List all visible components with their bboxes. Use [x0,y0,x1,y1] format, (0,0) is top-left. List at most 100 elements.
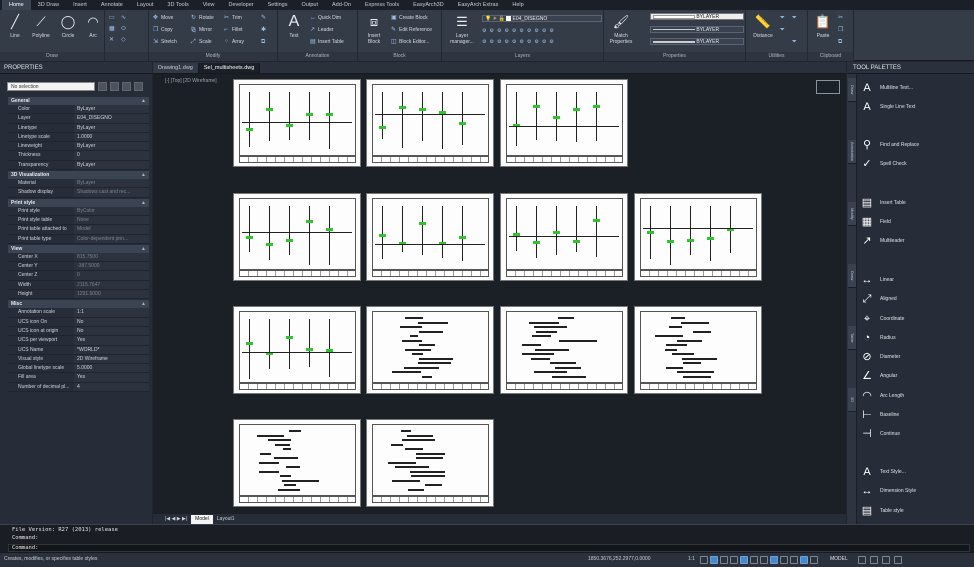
property-value[interactable]: 815.7500 [74,252,149,262]
annotation-scale[interactable]: 1:1 [688,556,695,562]
trim-button[interactable]: ✂ Trim [224,13,242,23]
filter-icon[interactable]: ⏷ [780,13,788,23]
palette-item[interactable]: ⊢ Baseline [860,408,899,422]
drawing-sheet[interactable] [500,193,628,281]
property-value[interactable]: E04_DISEGNO [74,114,149,123]
menu-easyarch-extras[interactable]: EasyArch Extras [451,0,506,10]
quick-select-panel-icon[interactable] [122,82,131,91]
move-button[interactable]: ✥ Move [153,13,173,23]
model-space-toggle[interactable]: MODEL [830,556,848,562]
property-value[interactable]: ByLayer [74,160,149,170]
insert-table-button[interactable]: ▤ Insert Table [310,37,344,47]
property-value[interactable]: Yes [74,336,149,345]
property-value[interactable]: ByLayer [74,123,149,132]
property-row[interactable]: Print style table None [8,215,149,226]
copy-button[interactable]: ❐ Copy [153,25,173,35]
annotation-monitor-icon[interactable] [810,556,818,564]
palette-tab[interactable]: Annotation [848,140,856,164]
menu-annotate[interactable]: Annotate [94,0,130,10]
property-value[interactable]: *WORLD* [74,345,149,354]
property-value[interactable]: 0 [74,271,149,280]
command-input[interactable]: Command: [8,544,970,552]
property-value[interactable]: ByLayer [74,179,149,188]
property-row[interactable]: Number of decimal pl... 4 [8,382,149,393]
property-value[interactable]: Color-dependent prin... [74,234,149,243]
property-row[interactable]: Linetype ByLayer [8,123,149,133]
property-value[interactable]: Yes [74,373,149,382]
fullscreen-icon[interactable] [882,556,890,564]
property-row[interactable]: Print style ByColor [8,206,149,216]
stretch-button[interactable]: ⇲ Stretch [153,37,177,47]
property-row[interactable]: Width 2115.7647 [8,280,149,291]
collapse-chevron-icon[interactable]: ▲ [141,300,146,308]
drawing-sheet[interactable] [233,193,361,281]
palette-item[interactable]: ✓ Spell Check [860,157,906,171]
lineweight-dropdown[interactable]: BYLAYER [650,38,744,45]
drawing-sheet[interactable] [233,419,361,507]
menu-developer[interactable]: Developer [222,0,261,10]
property-value[interactable]: ByLayer [74,142,149,151]
linetype-dropdown[interactable]: BYLAYER [650,26,744,33]
hatch-icon[interactable]: ▦ [109,24,117,34]
palette-item[interactable]: ⌖ Coordinate [860,312,905,326]
viewport-label[interactable]: [-] [Top] [2D Wireframe] [165,78,217,84]
tab-nav-arrows-icon[interactable]: |◀ ◀ ▶ ▶| [161,515,191,524]
palette-item[interactable]: ◔ Radius [860,331,896,345]
property-value[interactable]: 4 [74,382,149,392]
property-row[interactable]: Print table attached to Model [8,225,149,235]
property-value[interactable]: ByLayer [74,105,149,114]
polyline-button[interactable]: ⟋ Polyline [28,13,54,39]
layer-manager-button[interactable]: ☰ Layer manager... [447,13,477,45]
menu-help[interactable]: Help [505,0,530,10]
circle-button[interactable]: ◯ Circle [55,13,81,39]
palette-tab[interactable]: Table [848,326,856,350]
property-section[interactable]: 3D Visualization ▲ [8,171,149,180]
property-row[interactable]: Lineweight ByLayer [8,142,149,152]
lineweight-icon[interactable] [760,556,768,564]
property-row[interactable]: Layer E04_DISEGNO [8,114,149,124]
property-value[interactable]: 1:1 [74,308,149,317]
layer-dropdown[interactable]: 💡 ☀ 🔓 E04_DISEGNO [482,15,602,22]
rectangle-icon[interactable]: ▭ [109,13,117,23]
property-row[interactable]: Material ByLayer [8,179,149,189]
property-value[interactable]: 2D Wireframe [74,354,149,364]
property-value[interactable]: ByColor [74,206,149,215]
property-value[interactable]: No [74,326,149,336]
palette-item[interactable]: ↔ Dimension Style [860,484,917,498]
selection-dropdown[interactable]: No selection [7,82,95,91]
fillet-button[interactable]: ⌐ Fillet [224,25,243,35]
drawing-sheet[interactable] [233,306,361,394]
point-icon[interactable]: ✕ [109,35,117,45]
polar-icon[interactable] [730,556,738,564]
collapse-chevron-icon[interactable]: ▲ [141,245,146,253]
palette-item[interactable]: ⤢ Aligned [860,292,897,306]
doc-tab-sel-multisheets[interactable]: Sel_multisheets.dwg [198,63,261,73]
transparency-icon[interactable] [770,556,778,564]
property-row[interactable]: Fill area Yes [8,373,149,383]
copy-clip-icon[interactable]: ❐ [838,25,846,35]
menu-output[interactable]: Output [294,0,325,10]
drawing-sheet[interactable] [500,306,628,394]
edit-reference-button[interactable]: ✎ Edit Reference [391,25,432,35]
array-button[interactable]: ⁘ Array [224,37,244,47]
property-row[interactable]: Annotation scale 1:1 [8,308,149,318]
leader-button[interactable]: ↗ Leader [310,25,334,35]
copy-base-icon[interactable]: ⧉ [838,37,846,47]
palette-item[interactable]: ▦ Field [860,215,891,229]
menu-easyarch3d[interactable]: EasyArch3D [406,0,451,10]
property-row[interactable]: Linetype scale 1.0000 [8,132,149,143]
view-cube-icon[interactable] [816,80,840,94]
menu-layout[interactable]: Layout [130,0,161,10]
property-value[interactable]: 1291.5000 [74,290,149,299]
property-row[interactable]: UCS icon On No [8,317,149,327]
drawing-sheet[interactable] [366,79,494,167]
tab-layout1[interactable]: Layout1 [213,515,239,524]
collapse-chevron-icon[interactable]: ▲ [141,171,146,179]
palette-item[interactable]: ◠ Arc Length [860,389,904,403]
select-similar-icon[interactable]: ⏷ [792,37,800,47]
property-value[interactable]: Shadows cast and rec... [74,188,149,197]
property-row[interactable]: Transparency ByLayer [8,160,149,171]
collapse-chevron-icon[interactable]: ▲ [141,97,146,105]
match-properties-button[interactable]: 🖌 Match Properties [606,13,636,45]
property-row[interactable]: UCS per viewport Yes [8,336,149,346]
